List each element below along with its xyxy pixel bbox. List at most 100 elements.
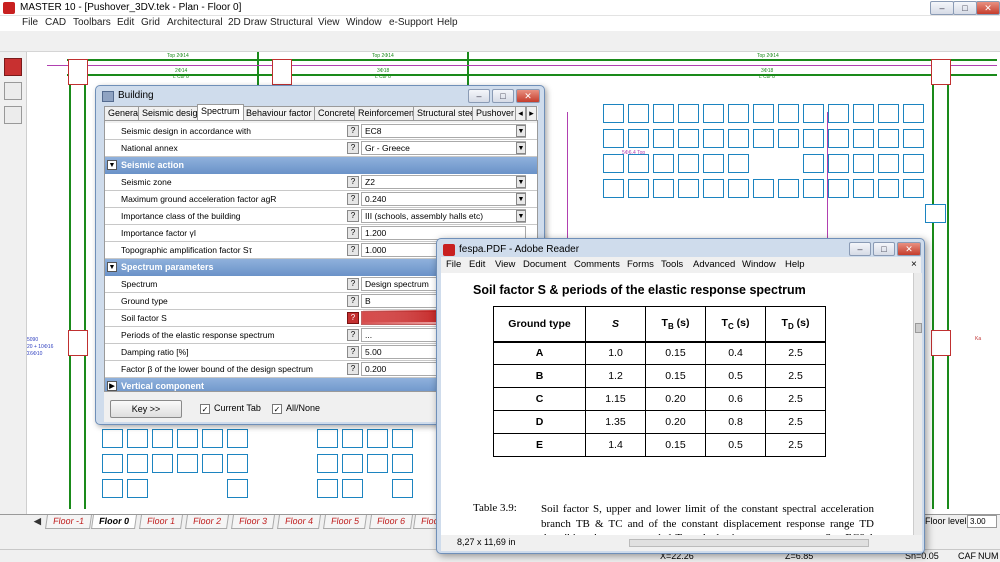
menu-file[interactable]: File — [22, 17, 38, 28]
column-marker[interactable] — [931, 330, 951, 356]
pdf-menu-forms[interactable]: Forms — [627, 259, 654, 270]
row-importance-class[interactable]: Importance class of the building ? III (… — [105, 208, 537, 225]
tab-spectrum[interactable]: Spectrum — [197, 104, 244, 120]
menu-view[interactable]: View — [318, 17, 340, 28]
row-agr[interactable]: Maximum ground acceleration factor agR ?… — [105, 191, 537, 208]
pdf-horizontal-scrollbar[interactable] — [629, 539, 869, 547]
help-button[interactable]: ? — [347, 125, 359, 137]
main-maximize-button[interactable]: □ — [953, 1, 977, 15]
collapse-icon[interactable]: ▼ — [107, 160, 117, 170]
help-button[interactable]: ? — [347, 244, 359, 256]
menu-window[interactable]: Window — [346, 17, 382, 28]
slab-cell — [603, 104, 624, 123]
expand-icon[interactable]: ▶ — [107, 381, 117, 391]
pdf-menu-window[interactable]: Window — [742, 259, 776, 270]
tab-behaviour-factor[interactable]: Behaviour factor q — [242, 106, 324, 120]
tab-floor-6[interactable]: Floor 6 — [369, 515, 413, 529]
building-maximize-button[interactable]: □ — [492, 89, 514, 103]
menu-help[interactable]: Help — [437, 17, 458, 28]
tab-floor-5[interactable]: Floor 5 — [323, 515, 367, 529]
chevron-down-icon[interactable]: ▼ — [516, 142, 526, 154]
3d-view-icon[interactable] — [4, 58, 22, 76]
pdf-menu-view[interactable]: View — [495, 259, 515, 270]
seismic-code-select[interactable]: EC8 — [361, 124, 526, 138]
row-seismic-code[interactable]: Seismic design in accordance with ? EC8 … — [105, 123, 537, 140]
help-button[interactable]: ? — [347, 142, 359, 154]
national-annex-select[interactable]: Gr - Greece — [361, 141, 526, 155]
pdf-close-button[interactable]: ✕ — [897, 242, 921, 256]
beam-line — [67, 59, 997, 61]
tab-scroll-left-icon[interactable]: ◀ — [28, 515, 47, 529]
chevron-down-icon[interactable]: ▼ — [516, 176, 526, 188]
section-seismic-action[interactable]: ▼ Seismic action — [105, 157, 537, 174]
pdf-minimize-button[interactable]: – — [849, 242, 871, 256]
pdf-menu-edit[interactable]: Edit — [469, 259, 485, 270]
pdf-maximize-button[interactable]: □ — [873, 242, 895, 256]
tab-reinforcement[interactable]: Reinforcement — [354, 106, 421, 120]
tab-scroll-left-icon[interactable]: ◂ — [515, 106, 526, 120]
menu-architectural[interactable]: Architectural — [167, 17, 223, 28]
menu-edit[interactable]: Edit — [117, 17, 134, 28]
help-button[interactable]: ? — [347, 295, 359, 307]
tab-floor-0[interactable]: Floor 0 — [91, 515, 137, 529]
row-national-annex[interactable]: National annex ? Gr - Greece ▼ — [105, 140, 537, 157]
pdf-document-close-icon[interactable]: × — [911, 259, 917, 270]
chevron-down-icon[interactable]: ▼ — [516, 193, 526, 205]
tab-floor-minus-1[interactable]: Floor -1 — [45, 515, 92, 529]
pdf-vertical-scrollbar[interactable] — [913, 273, 922, 535]
tab-structural-steel[interactable]: Structural steel — [413, 106, 482, 120]
pdf-menu-document[interactable]: Document — [523, 259, 566, 270]
column-marker[interactable] — [931, 59, 951, 85]
floor-level-input[interactable]: 3.00 — [967, 515, 997, 528]
table-cell: 1.4 — [585, 433, 646, 457]
help-button[interactable]: ? — [347, 227, 359, 239]
pdf-menu-file[interactable]: File — [446, 259, 461, 270]
menu-grid[interactable]: Grid — [141, 17, 160, 28]
importance-class-select[interactable]: III (schools, assembly halls etc) — [361, 209, 526, 223]
help-button[interactable]: ? — [347, 363, 359, 375]
menu-toolbars[interactable]: Toolbars — [73, 17, 111, 28]
chevron-down-icon[interactable]: ▼ — [516, 210, 526, 222]
current-tab-checkbox[interactable]: ✓ — [200, 404, 210, 414]
help-button[interactable]: ? — [347, 210, 359, 222]
pdf-menu-tools[interactable]: Tools — [661, 259, 683, 270]
menu-2d-draw[interactable]: 2D Draw — [228, 17, 267, 28]
key-button[interactable]: Key >> — [110, 400, 182, 418]
agr-select[interactable]: 0.240 — [361, 192, 526, 206]
tab-floor-3[interactable]: Floor 3 — [231, 515, 275, 529]
menu-e-support[interactable]: e-Support — [389, 17, 433, 28]
seismic-zone-select[interactable]: Z2 — [361, 175, 526, 189]
main-minimize-button[interactable]: – — [930, 1, 954, 15]
main-close-button[interactable]: ✕ — [976, 1, 1000, 15]
building-icon[interactable] — [4, 82, 22, 100]
building-close-button[interactable]: ✕ — [516, 89, 540, 103]
tab-concrete[interactable]: Concrete — [314, 106, 359, 120]
tab-floor-4[interactable]: Floor 4 — [277, 515, 321, 529]
all-none-checkbox[interactable]: ✓ — [272, 404, 282, 414]
help-button[interactable]: ? — [347, 176, 359, 188]
pdf-menu-advanced[interactable]: Advanced — [693, 259, 735, 270]
help-button-active[interactable]: ? — [347, 312, 359, 324]
chevron-down-icon[interactable]: ▼ — [516, 125, 526, 137]
help-button[interactable]: ? — [347, 346, 359, 358]
building-minimize-button[interactable]: – — [468, 89, 490, 103]
table-cell: 2.5 — [765, 433, 826, 457]
menu-cad[interactable]: CAD — [45, 17, 66, 28]
column-marker[interactable] — [68, 330, 88, 356]
help-button[interactable]: ? — [347, 278, 359, 290]
help-button[interactable]: ? — [347, 193, 359, 205]
row-seismic-zone[interactable]: Seismic zone ? Z2 ▼ — [105, 174, 537, 191]
column-marker[interactable] — [68, 59, 88, 85]
collapse-icon[interactable]: ▼ — [107, 262, 117, 272]
pdf-menu-help[interactable]: Help — [785, 259, 805, 270]
tab-floor-1[interactable]: Floor 1 — [139, 515, 183, 529]
tab-floor-2[interactable]: Floor 2 — [185, 515, 229, 529]
tab-scroll-right-icon[interactable]: ▸ — [526, 106, 537, 120]
tab-pushover[interactable]: Pushover — [472, 106, 519, 120]
help-button[interactable]: ? — [347, 329, 359, 341]
floor-plan-icon[interactable] — [4, 106, 22, 124]
pdf-menu-comments[interactable]: Comments — [574, 259, 620, 270]
scrollbar-thumb[interactable] — [915, 323, 922, 333]
column-marker[interactable] — [272, 59, 292, 85]
menu-structural[interactable]: Structural — [270, 17, 313, 28]
